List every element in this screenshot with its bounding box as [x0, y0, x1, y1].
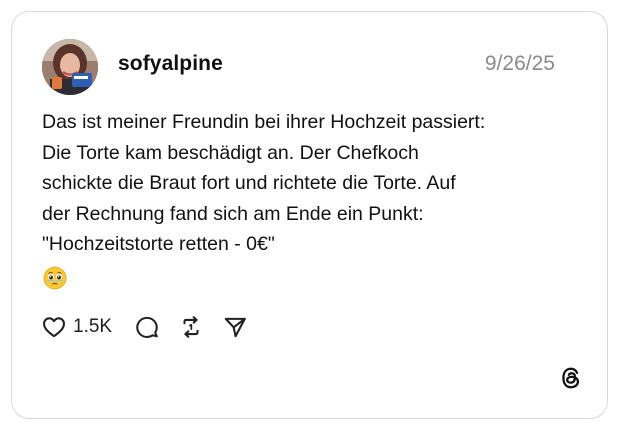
avatar-image [42, 39, 98, 95]
post-text-line: Das ist meiner Freundin bei ihrer Hochze… [42, 111, 486, 133]
repost-button[interactable] [178, 314, 204, 340]
comment-button[interactable] [134, 314, 160, 340]
action-bar: 1.5K [41, 312, 248, 342]
post-text-line: der Rechnung fand sich am Ende ein Punkt… [42, 202, 424, 225]
post-card: sofyalpine 9/26/25 Das ist meiner Freund… [11, 11, 608, 419]
username[interactable]: sofyalpine [118, 52, 223, 76]
avatar[interactable] [42, 39, 98, 95]
share-button[interactable] [222, 314, 248, 340]
comment-icon [136, 316, 158, 338]
post-text-line: schickte die Braut fort und richtete die… [42, 172, 456, 194]
like-button[interactable]: 1.5K [41, 314, 112, 340]
like-count: 1.5K [73, 316, 113, 337]
post-text-line: Die Torte kam beschädigt an. Der Chefkoc… [42, 141, 419, 164]
threads-logo-icon[interactable] [558, 365, 584, 391]
post-date: 9/26/25 [484, 52, 555, 75]
post-text-line: "Hochzeitstorte retten - 0€" [42, 233, 275, 255]
holding-back-tears-emoji [43, 266, 67, 290]
repost-icon [183, 316, 199, 338]
send-icon [224, 317, 246, 338]
post-text: Das ist meiner Freundin bei ihrer Hochze… [42, 107, 582, 260]
heart-icon [43, 317, 65, 338]
